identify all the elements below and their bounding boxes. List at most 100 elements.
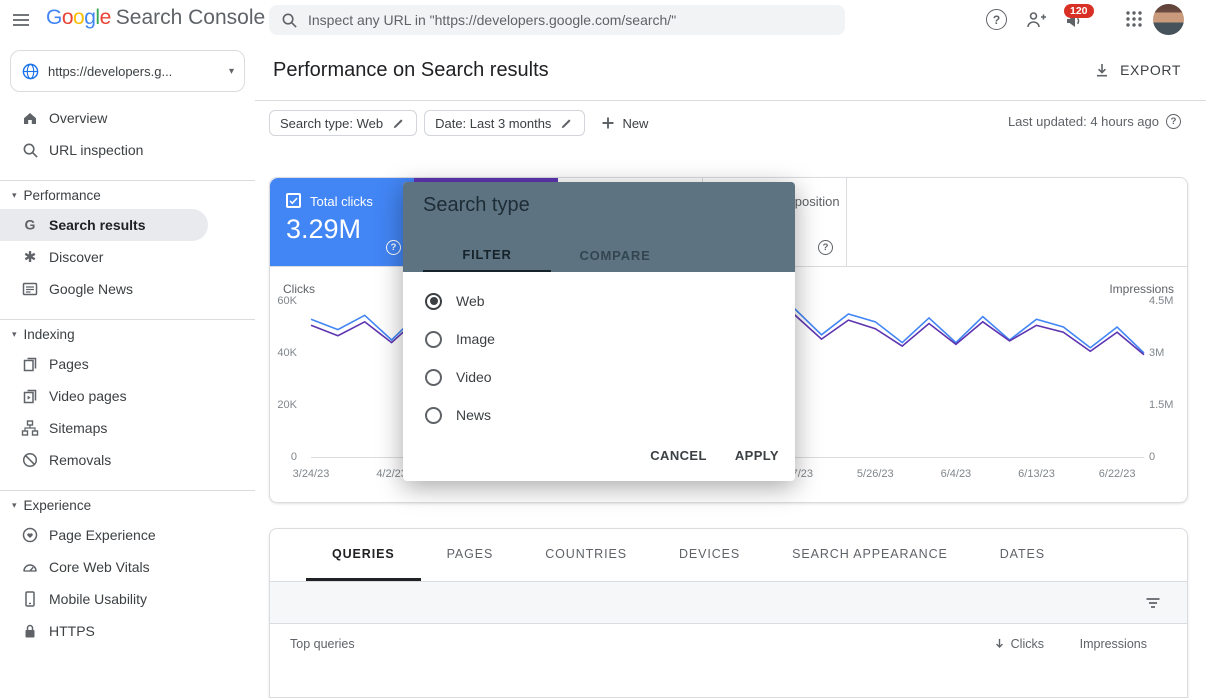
sidebar-section-performance[interactable]: ▾ Performance <box>0 181 255 209</box>
lock-icon <box>21 622 39 640</box>
url-inspect-input[interactable] <box>308 12 833 28</box>
table-header-row: Top queries Clicks Impressions <box>270 624 1187 664</box>
metric-card-total-clicks[interactable]: Total clicks 3.29M ? <box>270 178 414 266</box>
section-label: Experience <box>24 498 92 513</box>
section-label: Performance <box>24 188 101 203</box>
avatar[interactable] <box>1153 4 1184 35</box>
collapse-triangle-icon: ▾ <box>12 190 17 201</box>
tab-countries[interactable]: COUNTRIES <box>519 529 653 581</box>
download-icon <box>1093 61 1111 79</box>
tab-dates[interactable]: DATES <box>974 529 1071 581</box>
menu-icon[interactable] <box>10 9 32 31</box>
checkbox-checked-icon[interactable] <box>286 193 301 208</box>
help-icon[interactable]: ? <box>986 9 1008 31</box>
sidebar-item-label: HTTPS <box>49 623 95 639</box>
sidebar-item-label: Pages <box>49 356 89 372</box>
edit-pencil-icon <box>560 116 574 130</box>
property-selector[interactable]: https://developers.g... ▾ <box>10 50 245 92</box>
filter-list-icon[interactable] <box>1144 594 1162 612</box>
x-tick: 6/4/23 <box>926 468 986 480</box>
y-tick-right: 4.5M <box>1149 295 1173 307</box>
option-label: Video <box>456 369 492 385</box>
last-updated-text: Last updated: 4 hours ago <box>1008 114 1159 129</box>
page-title: Performance on Search results <box>255 59 549 82</box>
collapse-triangle-icon: ▾ <box>12 500 17 511</box>
tab-search-appearance[interactable]: SEARCH APPEARANCE <box>766 529 974 581</box>
column-impressions[interactable]: Impressions <box>1080 637 1147 651</box>
y-tick-right: 0 <box>1149 451 1155 463</box>
option-video[interactable]: Video <box>403 358 795 396</box>
new-filter-label: New <box>622 116 648 131</box>
export-button[interactable]: EXPORT <box>1093 40 1181 100</box>
help-icon[interactable]: ? <box>386 240 401 255</box>
sidebar-item-video-pages[interactable]: Video pages <box>0 380 255 412</box>
apps-grid-icon[interactable] <box>1124 9 1146 31</box>
sidebar-item-overview[interactable]: Overview <box>0 102 255 134</box>
sidebar-item-sitemaps[interactable]: Sitemaps <box>0 412 255 444</box>
tab-queries[interactable]: QUERIES <box>306 529 421 581</box>
notification-badge: 120 <box>1064 4 1094 18</box>
sidebar-item-discover[interactable]: ✱ Discover <box>0 241 255 273</box>
date-range-chip[interactable]: Date: Last 3 months <box>424 110 585 136</box>
dialog-tab-compare[interactable]: COMPARE <box>551 238 679 272</box>
option-label: Web <box>456 293 485 309</box>
property-globe-icon <box>21 62 40 81</box>
sidebar-item-google-news[interactable]: Google News <box>0 273 255 305</box>
discover-sparkle-icon: ✱ <box>21 248 39 266</box>
url-inspect-searchbar[interactable] <box>269 5 845 35</box>
option-image[interactable]: Image <box>403 320 795 358</box>
tab-pages[interactable]: PAGES <box>421 529 520 581</box>
page-header: Performance on Search results EXPORT <box>255 40 1206 101</box>
sidebar-item-label: Page Experience <box>49 527 156 543</box>
sidebar: https://developers.g... ▾ Overview URL i… <box>0 40 255 661</box>
sidebar-item-page-experience[interactable]: Page Experience <box>0 519 255 551</box>
sidebar-item-search-results[interactable]: G Search results <box>0 209 208 241</box>
apply-button[interactable]: APPLY <box>733 444 781 467</box>
inspect-search-icon <box>21 141 39 159</box>
chevron-down-icon: ▾ <box>229 66 234 77</box>
new-filter-button[interactable]: New <box>600 115 648 131</box>
collapse-triangle-icon: ▾ <box>12 329 17 340</box>
y-tick-left: 0 <box>270 451 297 463</box>
chip-label: Date: Last 3 months <box>435 116 551 131</box>
tab-devices[interactable]: DEVICES <box>653 529 766 581</box>
filter-toolbar: Search type: Web Date: Last 3 months New… <box>255 101 1206 177</box>
search-type-chip[interactable]: Search type: Web <box>269 110 417 136</box>
user-settings-icon[interactable] <box>1025 9 1047 31</box>
dialog-title: Search type <box>423 194 530 217</box>
sidebar-item-https[interactable]: HTTPS <box>0 615 255 647</box>
chart-right-axis-title: Impressions <box>1109 282 1174 296</box>
radio-icon[interactable] <box>425 407 442 424</box>
google-g-icon: G <box>21 216 39 234</box>
help-icon[interactable]: ? <box>1166 114 1181 129</box>
property-label: https://developers.g... <box>48 64 221 79</box>
sidebar-item-label: Discover <box>49 249 103 265</box>
option-web[interactable]: Web <box>403 282 795 320</box>
sidebar-item-label: Removals <box>49 452 111 468</box>
sidebar-item-mobile-usability[interactable]: Mobile Usability <box>0 583 255 615</box>
export-label: EXPORT <box>1120 62 1181 78</box>
radio-icon[interactable] <box>425 369 442 386</box>
sidebar-item-label: Core Web Vitals <box>49 559 150 575</box>
help-icon[interactable]: ? <box>818 240 833 255</box>
radio-icon[interactable] <box>425 331 442 348</box>
sidebar-item-pages[interactable]: Pages <box>0 348 255 380</box>
sidebar-item-url-inspection[interactable]: URL inspection <box>0 134 255 166</box>
radio-selected-icon[interactable] <box>425 293 442 310</box>
cancel-button[interactable]: CANCEL <box>648 444 709 467</box>
option-news[interactable]: News <box>403 396 795 434</box>
dialog-tab-filter[interactable]: FILTER <box>423 238 551 272</box>
pages-icon <box>21 355 39 373</box>
sidebar-section-indexing[interactable]: ▾ Indexing <box>0 320 255 348</box>
column-clicks[interactable]: Clicks <box>993 637 1044 651</box>
sidebar-section-experience[interactable]: ▾ Experience <box>0 491 255 519</box>
x-tick: 3/24/23 <box>281 468 341 480</box>
sidebar-item-label: Mobile Usability <box>49 591 147 607</box>
home-icon <box>21 109 39 127</box>
metric-card-label: Total clicks <box>310 194 373 209</box>
sidebar-item-removals[interactable]: Removals <box>0 444 255 476</box>
x-tick: 6/22/23 <box>1087 468 1147 480</box>
last-updated: Last updated: 4 hours ago ? <box>1008 114 1181 129</box>
sidebar-item-core-web-vitals[interactable]: Core Web Vitals <box>0 551 255 583</box>
mobile-icon <box>21 590 39 608</box>
